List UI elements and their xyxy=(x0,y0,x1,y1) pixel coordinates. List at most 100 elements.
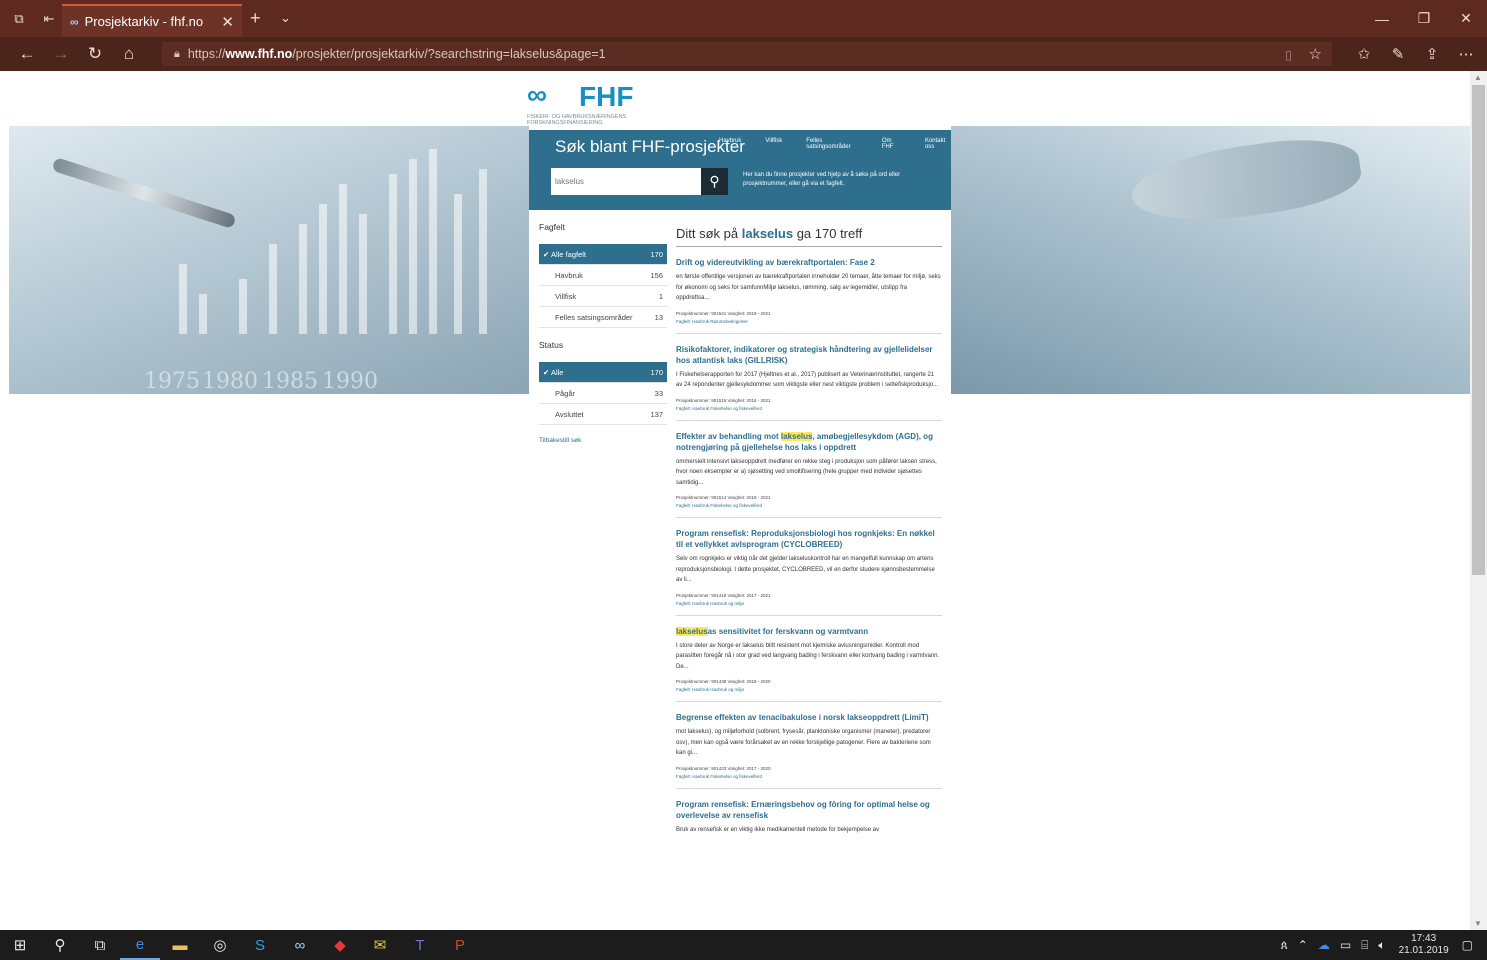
refresh-icon[interactable]: ↻ xyxy=(78,44,112,64)
result-fagfelt[interactable]: Fagfelt: Havbruk Fiskehelse og fiskevelf… xyxy=(676,406,942,411)
fhf-app-icon[interactable]: ∞ xyxy=(280,930,320,960)
fish-image xyxy=(1127,130,1365,232)
tab-actions-icon[interactable]: ⧉ xyxy=(8,11,30,27)
result-meta: Prosjektnummer: 901541 Varighet: 2019 - … xyxy=(676,310,771,316)
result-title-link[interactable]: Drift og videreutvikling av bærekraftpor… xyxy=(676,257,942,268)
share-icon[interactable]: ⇪ xyxy=(1415,45,1449,63)
scrollbar-thumb[interactable] xyxy=(1472,85,1485,575)
nav-item[interactable]: Om FHF xyxy=(882,138,901,150)
result-title-link[interactable]: Program rensefisk: Reproduksjonsbiologi … xyxy=(676,528,942,550)
mail-icon[interactable]: ✉ xyxy=(360,930,400,960)
chevron-up-icon[interactable]: ⌃ xyxy=(1298,938,1308,952)
teams-icon[interactable]: T xyxy=(400,930,440,960)
nav-item[interactable]: Kontakt oss xyxy=(925,138,951,150)
search-input[interactable] xyxy=(551,168,701,195)
pen-icon[interactable]: ✎ xyxy=(1381,45,1415,63)
forward-icon[interactable]: → xyxy=(44,44,78,64)
app-icon[interactable]: ◎ xyxy=(200,930,240,960)
reset-search-link[interactable]: Tilbakestill søk xyxy=(539,437,667,444)
result-item: Drift og videreutvikling av bærekraftpor… xyxy=(676,247,942,334)
new-tab-icon[interactable]: + xyxy=(250,8,261,29)
result-title-link[interactable]: Begrense effekten av tenacibakulose i no… xyxy=(676,712,942,723)
file-explorer-icon[interactable]: ▬ xyxy=(160,930,200,960)
restore-icon[interactable]: ❐ xyxy=(1403,0,1445,37)
result-meta: Prosjektnummer: 901515 Varighet: 2018 - … xyxy=(676,397,771,403)
result-description: ommersielt intensivt lakseoppdrett medfø… xyxy=(676,458,937,486)
result-fagfelt[interactable]: Fagfelt: Havbruk Fiskehelse og fiskevelf… xyxy=(676,774,942,779)
back-icon[interactable]: ← xyxy=(10,44,44,64)
tab-back-icon[interactable]: ⇤ xyxy=(38,11,60,27)
page-scrollbar[interactable]: ▲ ▼ xyxy=(1470,71,1487,930)
facet-status-avsluttet[interactable]: Avsluttet 137 xyxy=(539,404,667,425)
clock[interactable]: 17:43 21.01.2019 xyxy=(1399,933,1449,957)
clock-time: 17:43 xyxy=(1411,933,1437,944)
result-meta: Prosjektnummer: 901438 Varighet: 2018 - … xyxy=(676,679,771,684)
result-meta: Prosjektnummer: 901433 Varighet: 2017 - … xyxy=(676,765,771,771)
facet-alle-fagfelt[interactable]: Alle fagfelt170 xyxy=(539,244,667,265)
task-view-icon[interactable]: ⧉ xyxy=(80,930,120,960)
app-red-icon[interactable]: ◆ xyxy=(320,930,360,960)
result-title-link[interactable]: Program rensefisk: Ernæringsbehov og fôr… xyxy=(676,799,942,821)
page-title: Søk blant FHF-prosjekter xyxy=(555,137,745,156)
result-title-link[interactable]: Effekter av behandling mot lakselus, amø… xyxy=(676,431,942,453)
address-toolbar: ← → ↻ ⌂ 🔒︎ https://www.fhf.no/prosjekter… xyxy=(0,37,1487,71)
nav-item[interactable]: Felles satsingsområder xyxy=(806,138,858,150)
result-title-link[interactable]: Risikofaktorer, indikatorer og strategis… xyxy=(676,344,942,366)
network-icon[interactable]: ⌸ xyxy=(1361,938,1368,953)
hero-year: 1975 xyxy=(144,369,200,394)
result-fagfelt[interactable]: Fagfelt: Havbruk Rammebetingelser xyxy=(676,319,942,324)
action-center-icon[interactable]: ▢ xyxy=(1462,938,1473,952)
browser-titlebar: ⧉ ⇤ ∞ Prosjektarkiv - fhf.no ✕ + ⌄ — ❐ ✕ xyxy=(0,0,1487,37)
nav-item[interactable]: Villfisk xyxy=(765,138,782,150)
search-highlight: lakselus xyxy=(780,431,813,441)
facet-felles[interactable]: Felles satsingsområder 13 xyxy=(539,307,667,328)
people-icon[interactable]: ጰ xyxy=(1281,938,1288,953)
skype-icon[interactable]: S xyxy=(240,930,280,960)
home-icon[interactable]: ⌂ xyxy=(112,44,146,64)
onedrive-icon[interactable]: ☁ xyxy=(1318,938,1330,952)
result-title-link[interactable]: lakselusas sensitivitet for ferskvann og… xyxy=(676,626,942,637)
close-window-icon[interactable]: ✕ xyxy=(1445,0,1487,37)
logo-text: FHF xyxy=(579,81,634,112)
result-description: en første offentlige versjonen av bærekr… xyxy=(676,274,941,301)
scroll-down-icon[interactable]: ▼ xyxy=(1474,919,1482,928)
result-fagfelt[interactable]: Fagfelt: Havbruk Fiskehelse og fiskevelf… xyxy=(676,503,942,508)
url-host: www.fhf.no xyxy=(225,47,293,61)
search-box xyxy=(551,168,701,195)
edge-browser-icon[interactable]: e xyxy=(120,930,160,960)
search-icon[interactable]: ⚲ xyxy=(40,930,80,960)
volume-icon[interactable]: 🔈︎ xyxy=(1378,938,1385,953)
result-item: Effekter av behandling mot lakselus, amø… xyxy=(676,421,942,518)
result-fagfelt[interactable]: Fagfelt: Havbruk Havbruk og miljø xyxy=(676,601,942,606)
facet-status-alle[interactable]: Alle170 xyxy=(539,362,667,383)
results-list: Ditt søk på lakselus ga 170 treff Drift … xyxy=(676,210,942,844)
hero-year: 1985 xyxy=(262,369,318,394)
reading-view-icon[interactable]: ▯ xyxy=(1285,47,1292,62)
battery-icon[interactable]: ▭ xyxy=(1340,938,1351,952)
scroll-up-icon[interactable]: ▲ xyxy=(1474,73,1482,82)
powerpoint-icon[interactable]: P xyxy=(440,930,480,960)
result-description: Selv om rognkjeks er viktig når det gjel… xyxy=(676,556,935,583)
browser-tab[interactable]: ∞ Prosjektarkiv - fhf.no ✕ xyxy=(62,4,242,37)
search-panel: Havbruk Villfisk Felles satsingsområder … xyxy=(529,130,951,210)
facet-status-pagar[interactable]: Pågår 33 xyxy=(539,383,667,404)
search-button[interactable]: ⚲ xyxy=(701,168,728,195)
web-page: ∞ FHF FISKERI- OG HAVBRUKSNÆRINGENS FORS… xyxy=(0,71,1470,930)
chevron-down-icon[interactable]: ⌄ xyxy=(280,10,291,26)
favorites-icon[interactable]: ✩ xyxy=(1347,45,1381,63)
url-field[interactable]: 🔒︎ https://www.fhf.no/prosjekter/prosjek… xyxy=(162,42,1332,66)
close-tab-icon[interactable]: ✕ xyxy=(221,13,234,31)
facet-villfisk[interactable]: Villfisk 1 xyxy=(539,286,667,307)
filter-sidebar: Fagfelt Alle fagfelt170 Havbruk156 Villf… xyxy=(539,210,667,444)
windows-start-icon[interactable]: ⊞ xyxy=(0,930,40,960)
result-item: Program rensefisk: Ernæringsbehov og fôr… xyxy=(676,789,942,845)
fhf-logo[interactable]: ∞ FHF FISKERI- OG HAVBRUKSNÆRINGENS FORS… xyxy=(527,79,647,129)
pen-image xyxy=(51,156,237,230)
facet-havbruk[interactable]: Havbruk 156 xyxy=(539,265,667,286)
results-heading: Ditt søk på lakselus ga 170 treff xyxy=(676,226,942,247)
fagfelt-heading: Fagfelt xyxy=(539,222,565,232)
favorite-star-icon[interactable]: ☆ xyxy=(1309,45,1322,63)
result-fagfelt[interactable]: Fagfelt: Havbruk Havbruk og miljø xyxy=(676,687,942,692)
more-icon[interactable]: ⋯ xyxy=(1449,45,1483,63)
minimize-icon[interactable]: — xyxy=(1361,0,1403,37)
